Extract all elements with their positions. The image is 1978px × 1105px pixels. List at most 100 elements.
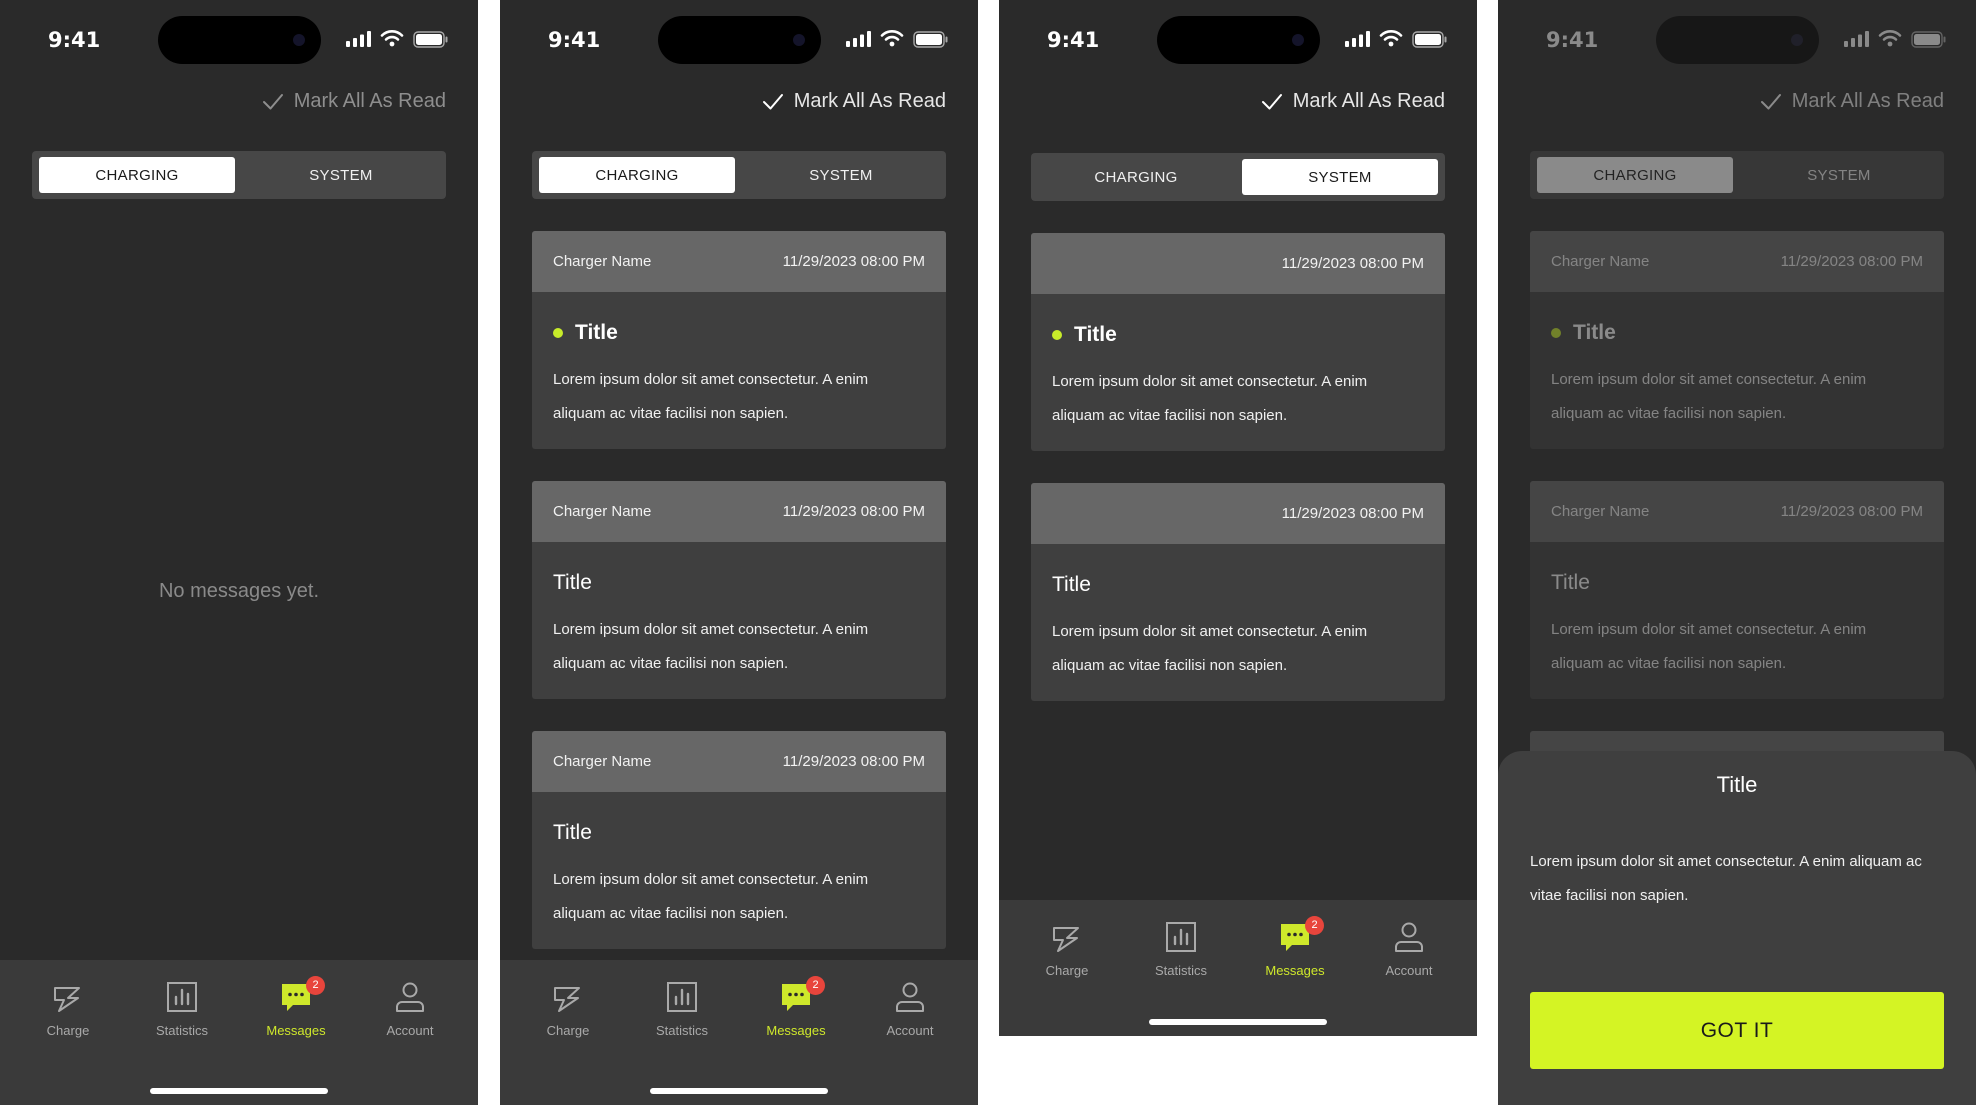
user-icon <box>396 982 424 1012</box>
bolt-icon <box>54 987 80 1012</box>
tab-bar-account[interactable]: Account <box>860 980 960 1038</box>
message-title: Title <box>1074 323 1117 346</box>
dynamic-island <box>158 16 321 64</box>
unread-dot <box>553 328 563 338</box>
tab-bar-account[interactable]: Account <box>1359 920 1459 978</box>
check-icon <box>762 93 783 109</box>
message-datetime: 11/29/2023 08:00 PM <box>782 253 925 270</box>
battery-icon <box>413 31 448 48</box>
battery-icon <box>1412 31 1447 48</box>
mark-all-read-button[interactable]: Mark All As Read <box>762 90 946 113</box>
home-indicator <box>650 1088 828 1094</box>
message-card[interactable]: Charger Name 11/29/2023 08:00 PM Title L… <box>532 231 946 449</box>
tab-system[interactable]: SYSTEM <box>243 157 439 193</box>
status-bar: 9:41 <box>999 0 1477 80</box>
tab-bar-statistics[interactable]: Statistics <box>132 980 232 1038</box>
message-datetime: 11/29/2023 08:00 PM <box>1281 255 1424 272</box>
message-title: Title <box>553 571 592 594</box>
tab-bar-statistics-label: Statistics <box>1154 963 1207 978</box>
tab-system[interactable]: SYSTEM <box>743 157 939 193</box>
tab-bar-statistics[interactable]: Statistics <box>632 980 732 1038</box>
tab-bar-statistics-label: Statistics <box>655 1023 708 1038</box>
tab-bar-charge[interactable]: Charge <box>18 980 118 1038</box>
message-datetime: 11/29/2023 08:00 PM <box>1281 505 1424 522</box>
tab-bar-messages[interactable]: 2 Messages <box>746 976 846 1038</box>
message-card-header: Charger Name 11/29/2023 08:00 PM <box>532 731 946 792</box>
tab-bar-charge-label: Charge <box>1045 963 1089 978</box>
dynamic-island <box>1157 16 1320 64</box>
tab-bar-charge-label: Charge <box>46 1023 90 1038</box>
screen-empty: 9:41 Mark All As Read CHARGING SYSTEM No… <box>0 0 478 1105</box>
message-card[interactable]: 11/29/2023 08:00 PM Title Lorem ipsum do… <box>1031 483 1445 701</box>
mark-all-read-label: Mark All As Read <box>1292 90 1445 112</box>
tab-bar-messages-label: Messages <box>1265 963 1325 978</box>
tab-bar-account[interactable]: Account <box>360 980 460 1038</box>
home-indicator <box>1149 1019 1327 1025</box>
message-card[interactable]: Charger Name 11/29/2023 08:00 PM Title L… <box>532 481 946 699</box>
message-card-header: Charger Name 11/29/2023 08:00 PM <box>532 481 946 542</box>
messages-badge: 2 <box>1305 916 1324 935</box>
signal-icon <box>346 31 371 47</box>
message-body: Lorem ipsum dolor sit amet consectetur. … <box>553 871 869 922</box>
tab-charging[interactable]: CHARGING <box>39 157 235 193</box>
tab-bar-statistics-label: Statistics <box>155 1023 208 1038</box>
messages-badge: 2 <box>306 976 325 995</box>
bottom-tab-bar: Charge Statistics 2 Messages Account <box>500 960 978 1105</box>
user-icon <box>896 982 924 1012</box>
user-icon <box>1395 922 1423 952</box>
tab-bar-statistics[interactable]: Statistics <box>1131 920 1231 978</box>
message-card-header: 11/29/2023 08:00 PM <box>1031 483 1445 544</box>
signal-icon <box>1345 31 1370 47</box>
screen-charging-list: 9:41 Mark All As Read CHARGING SYSTEM Ch… <box>500 0 978 1105</box>
message-detail-sheet: Title Lorem ipsum dolor sit amet consect… <box>1498 751 1976 1105</box>
charger-name: Charger Name <box>553 753 652 770</box>
screen-system-list: 9:41 Mark All As Read CHARGING SYSTEM 11… <box>999 0 1477 1036</box>
sheet-body: Lorem ipsum dolor sit amet consectetur. … <box>1530 853 1922 904</box>
message-title-row: Title <box>553 321 618 345</box>
status-bar: 9:41 <box>500 0 978 80</box>
screen-message-detail: 9:41 Mark All As Read CHARGING SYSTEM Ch… <box>1498 0 1976 1105</box>
message-datetime: 11/29/2023 08:00 PM <box>782 753 925 770</box>
tab-charging[interactable]: CHARGING <box>539 157 735 193</box>
tab-bar-charge[interactable]: Charge <box>1017 920 1117 978</box>
tab-bar-messages-label: Messages <box>766 1023 826 1038</box>
message-title: Title <box>1052 573 1091 596</box>
empty-state-text: No messages yet. <box>158 580 320 602</box>
charger-name: Charger Name <box>553 503 652 520</box>
tab-bar-messages[interactable]: 2 Messages <box>1245 916 1345 978</box>
message-body: Lorem ipsum dolor sit amet consectetur. … <box>553 371 869 422</box>
tab-bar-charge[interactable]: Charge <box>518 980 618 1038</box>
segment-control: CHARGING SYSTEM <box>32 151 446 199</box>
message-title: Title <box>553 821 592 844</box>
message-datetime: 11/29/2023 08:00 PM <box>782 503 925 520</box>
battery-icon <box>913 31 948 48</box>
tab-charging[interactable]: CHARGING <box>1038 159 1234 195</box>
message-card[interactable]: 11/29/2023 08:00 PM Title Lorem ipsum do… <box>1031 233 1445 451</box>
message-card-header: Charger Name 11/29/2023 08:00 PM <box>532 231 946 292</box>
bar-chart-icon <box>1166 922 1196 952</box>
message-card[interactable]: Charger Name 11/29/2023 08:00 PM Title L… <box>532 731 946 949</box>
tab-bar-account-label: Account <box>1385 963 1433 978</box>
mark-all-read-button[interactable]: Mark All As Read <box>262 90 446 113</box>
segment-control: CHARGING SYSTEM <box>532 151 946 199</box>
mark-all-read-label: Mark All As Read <box>293 90 446 112</box>
mark-all-read-button[interactable]: Mark All As Read <box>1261 90 1445 113</box>
message-title: Title <box>575 321 618 344</box>
tab-system[interactable]: SYSTEM <box>1242 159 1438 195</box>
check-icon <box>1261 93 1282 109</box>
message-body: Lorem ipsum dolor sit amet consectetur. … <box>553 621 869 672</box>
dynamic-island <box>658 16 821 64</box>
wifi-icon <box>380 30 404 47</box>
message-title-row: Title <box>1052 323 1117 347</box>
message-body: Lorem ipsum dolor sit amet consectetur. … <box>1052 623 1368 674</box>
tab-bar-messages[interactable]: 2 Messages <box>246 976 346 1038</box>
bolt-icon <box>1053 927 1079 952</box>
got-it-button[interactable]: GOT IT <box>1530 992 1944 1069</box>
message-body: Lorem ipsum dolor sit amet consectetur. … <box>1052 373 1368 424</box>
status-time: 9:41 <box>1047 28 1100 52</box>
wifi-icon <box>880 30 904 47</box>
tab-bar-messages-label: Messages <box>266 1023 326 1038</box>
signal-icon <box>846 31 871 47</box>
status-time: 9:41 <box>548 28 601 52</box>
segment-control: CHARGING SYSTEM <box>1031 153 1445 201</box>
